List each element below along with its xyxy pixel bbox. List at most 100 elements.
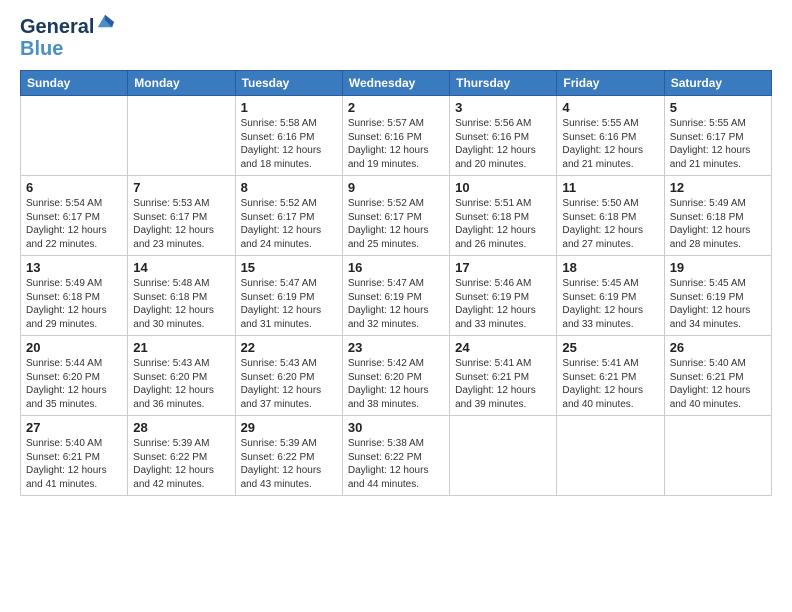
day-number: 28	[133, 420, 229, 435]
day-cell	[450, 416, 557, 496]
day-cell: 11 Sunrise: 5:50 AMSunset: 6:18 PMDayligh…	[557, 176, 664, 256]
day-number: 25	[562, 340, 658, 355]
day-info: Sunrise: 5:42 AMSunset: 6:20 PMDaylight:…	[348, 357, 444, 411]
day-info: Sunrise: 5:49 AMSunset: 6:18 PMDaylight:…	[670, 197, 766, 251]
day-cell	[128, 96, 235, 176]
day-cell: 23Sunrise: 5:42 AMSunset: 6:20 PMDayligh…	[342, 336, 449, 416]
day-number: 2	[348, 100, 444, 115]
day-number: 6	[26, 180, 122, 195]
day-cell: 25 Sunrise: 5:41 AMSunset: 6:21 PMDayligh…	[557, 336, 664, 416]
day-info: Sunrise: 5:54 AMSunset: 6:17 PMDaylight:…	[26, 197, 122, 251]
day-number: 11	[562, 180, 658, 195]
weekday-saturday: Saturday	[664, 71, 771, 96]
day-info: Sunrise: 5:41 AMSunset: 6:21 PMDaylight:…	[562, 357, 658, 411]
day-info: Sunrise: 5:55 AMSunset: 6:16 PMDaylight:…	[562, 117, 658, 171]
day-info: Sunrise: 5:47 AMSunset: 6:19 PMDaylight:…	[241, 277, 337, 331]
day-cell: 12 Sunrise: 5:49 AMSunset: 6:18 PMDayligh…	[664, 176, 771, 256]
day-info: Sunrise: 5:38 AMSunset: 6:22 PMDaylight:…	[348, 437, 444, 491]
day-number: 4	[562, 100, 658, 115]
logo-blue: Blue	[20, 38, 63, 60]
day-cell: 19 Sunrise: 5:45 AMSunset: 6:19 PMDayligh…	[664, 256, 771, 336]
day-number: 8	[241, 180, 337, 195]
week-row-4: 20 Sunrise: 5:44 AMSunset: 6:20 PMDayligh…	[21, 336, 772, 416]
day-number: 9	[348, 180, 444, 195]
week-row-3: 13Sunrise: 5:49 AMSunset: 6:18 PMDayligh…	[21, 256, 772, 336]
weekday-tuesday: Tuesday	[235, 71, 342, 96]
day-number: 16	[348, 260, 444, 275]
day-info: Sunrise: 5:43 AMSunset: 6:20 PMDaylight:…	[133, 357, 229, 411]
header: General Blue	[20, 16, 772, 60]
weekday-thursday: Thursday	[450, 71, 557, 96]
day-number: 24	[455, 340, 551, 355]
day-cell: 17 Sunrise: 5:46 AMSunset: 6:19 PMDayligh…	[450, 256, 557, 336]
day-info: Sunrise: 5:47 AMSunset: 6:19 PMDaylight:…	[348, 277, 444, 331]
week-row-2: 6 Sunrise: 5:54 AMSunset: 6:17 PMDaylight…	[21, 176, 772, 256]
day-cell: 20 Sunrise: 5:44 AMSunset: 6:20 PMDayligh…	[21, 336, 128, 416]
weekday-sunday: Sunday	[21, 71, 128, 96]
weekday-friday: Friday	[557, 71, 664, 96]
day-number: 22	[241, 340, 337, 355]
day-number: 1	[241, 100, 337, 115]
week-row-5: 27 Sunrise: 5:40 AMSunset: 6:21 PMDayligh…	[21, 416, 772, 496]
day-info: Sunrise: 5:56 AMSunset: 6:16 PMDaylight:…	[455, 117, 551, 171]
day-cell: 28 Sunrise: 5:39 AMSunset: 6:22 PMDayligh…	[128, 416, 235, 496]
day-cell: 5 Sunrise: 5:55 AMSunset: 6:17 PMDaylight…	[664, 96, 771, 176]
day-number: 5	[670, 100, 766, 115]
day-cell: 26Sunrise: 5:40 AMSunset: 6:21 PMDayligh…	[664, 336, 771, 416]
day-info: Sunrise: 5:49 AMSunset: 6:18 PMDaylight:…	[26, 277, 122, 331]
day-cell	[21, 96, 128, 176]
weekday-header-row: SundayMondayTuesdayWednesdayThursdayFrid…	[21, 71, 772, 96]
day-info: Sunrise: 5:43 AMSunset: 6:20 PMDaylight:…	[241, 357, 337, 411]
day-info: Sunrise: 5:55 AMSunset: 6:17 PMDaylight:…	[670, 117, 766, 171]
calendar-table: SundayMondayTuesdayWednesdayThursdayFrid…	[20, 70, 772, 496]
day-number: 12	[670, 180, 766, 195]
day-cell: 8 Sunrise: 5:52 AMSunset: 6:17 PMDaylight…	[235, 176, 342, 256]
day-info: Sunrise: 5:39 AMSunset: 6:22 PMDaylight:…	[241, 437, 337, 491]
day-cell: 9 Sunrise: 5:52 AMSunset: 6:17 PMDaylight…	[342, 176, 449, 256]
day-info: Sunrise: 5:57 AMSunset: 6:16 PMDaylight:…	[348, 117, 444, 171]
day-number: 14	[133, 260, 229, 275]
day-cell: 13Sunrise: 5:49 AMSunset: 6:18 PMDayligh…	[21, 256, 128, 336]
logo-general: General	[20, 16, 94, 38]
week-row-1: 1 Sunrise: 5:58 AMSunset: 6:16 PMDaylight…	[21, 96, 772, 176]
day-info: Sunrise: 5:44 AMSunset: 6:20 PMDaylight:…	[26, 357, 122, 411]
day-cell: 4 Sunrise: 5:55 AMSunset: 6:16 PMDaylight…	[557, 96, 664, 176]
day-number: 10	[455, 180, 551, 195]
day-info: Sunrise: 5:45 AMSunset: 6:19 PMDaylight:…	[562, 277, 658, 331]
day-cell: 3 Sunrise: 5:56 AMSunset: 6:16 PMDaylight…	[450, 96, 557, 176]
day-cell: 24Sunrise: 5:41 AMSunset: 6:21 PMDayligh…	[450, 336, 557, 416]
day-cell: 21Sunrise: 5:43 AMSunset: 6:20 PMDayligh…	[128, 336, 235, 416]
day-cell: 14Sunrise: 5:48 AMSunset: 6:18 PMDayligh…	[128, 256, 235, 336]
day-cell: 6 Sunrise: 5:54 AMSunset: 6:17 PMDaylight…	[21, 176, 128, 256]
day-cell: 7 Sunrise: 5:53 AMSunset: 6:17 PMDaylight…	[128, 176, 235, 256]
day-cell: 15 Sunrise: 5:47 AMSunset: 6:19 PMDayligh…	[235, 256, 342, 336]
day-number: 29	[241, 420, 337, 435]
day-info: Sunrise: 5:52 AMSunset: 6:17 PMDaylight:…	[241, 197, 337, 251]
day-number: 20	[26, 340, 122, 355]
weekday-monday: Monday	[128, 71, 235, 96]
day-info: Sunrise: 5:46 AMSunset: 6:19 PMDaylight:…	[455, 277, 551, 331]
day-number: 3	[455, 100, 551, 115]
day-number: 19	[670, 260, 766, 275]
day-number: 18	[562, 260, 658, 275]
day-cell: 1 Sunrise: 5:58 AMSunset: 6:16 PMDaylight…	[235, 96, 342, 176]
day-cell	[557, 416, 664, 496]
day-info: Sunrise: 5:58 AMSunset: 6:16 PMDaylight:…	[241, 117, 337, 171]
weekday-wednesday: Wednesday	[342, 71, 449, 96]
day-info: Sunrise: 5:53 AMSunset: 6:17 PMDaylight:…	[133, 197, 229, 251]
day-cell: 10Sunrise: 5:51 AMSunset: 6:18 PMDayligh…	[450, 176, 557, 256]
day-number: 7	[133, 180, 229, 195]
day-cell: 18 Sunrise: 5:45 AMSunset: 6:19 PMDayligh…	[557, 256, 664, 336]
day-info: Sunrise: 5:40 AMSunset: 6:21 PMDaylight:…	[670, 357, 766, 411]
day-number: 17	[455, 260, 551, 275]
day-cell: 16 Sunrise: 5:47 AMSunset: 6:19 PMDayligh…	[342, 256, 449, 336]
day-info: Sunrise: 5:39 AMSunset: 6:22 PMDaylight:…	[133, 437, 229, 491]
logo-icon	[96, 12, 114, 30]
day-number: 15	[241, 260, 337, 275]
day-info: Sunrise: 5:45 AMSunset: 6:19 PMDaylight:…	[670, 277, 766, 331]
page: General Blue SundayMondayTuesdayWednesda…	[0, 0, 792, 612]
day-info: Sunrise: 5:50 AMSunset: 6:18 PMDaylight:…	[562, 197, 658, 251]
day-number: 27	[26, 420, 122, 435]
day-info: Sunrise: 5:52 AMSunset: 6:17 PMDaylight:…	[348, 197, 444, 251]
day-info: Sunrise: 5:40 AMSunset: 6:21 PMDaylight:…	[26, 437, 122, 491]
